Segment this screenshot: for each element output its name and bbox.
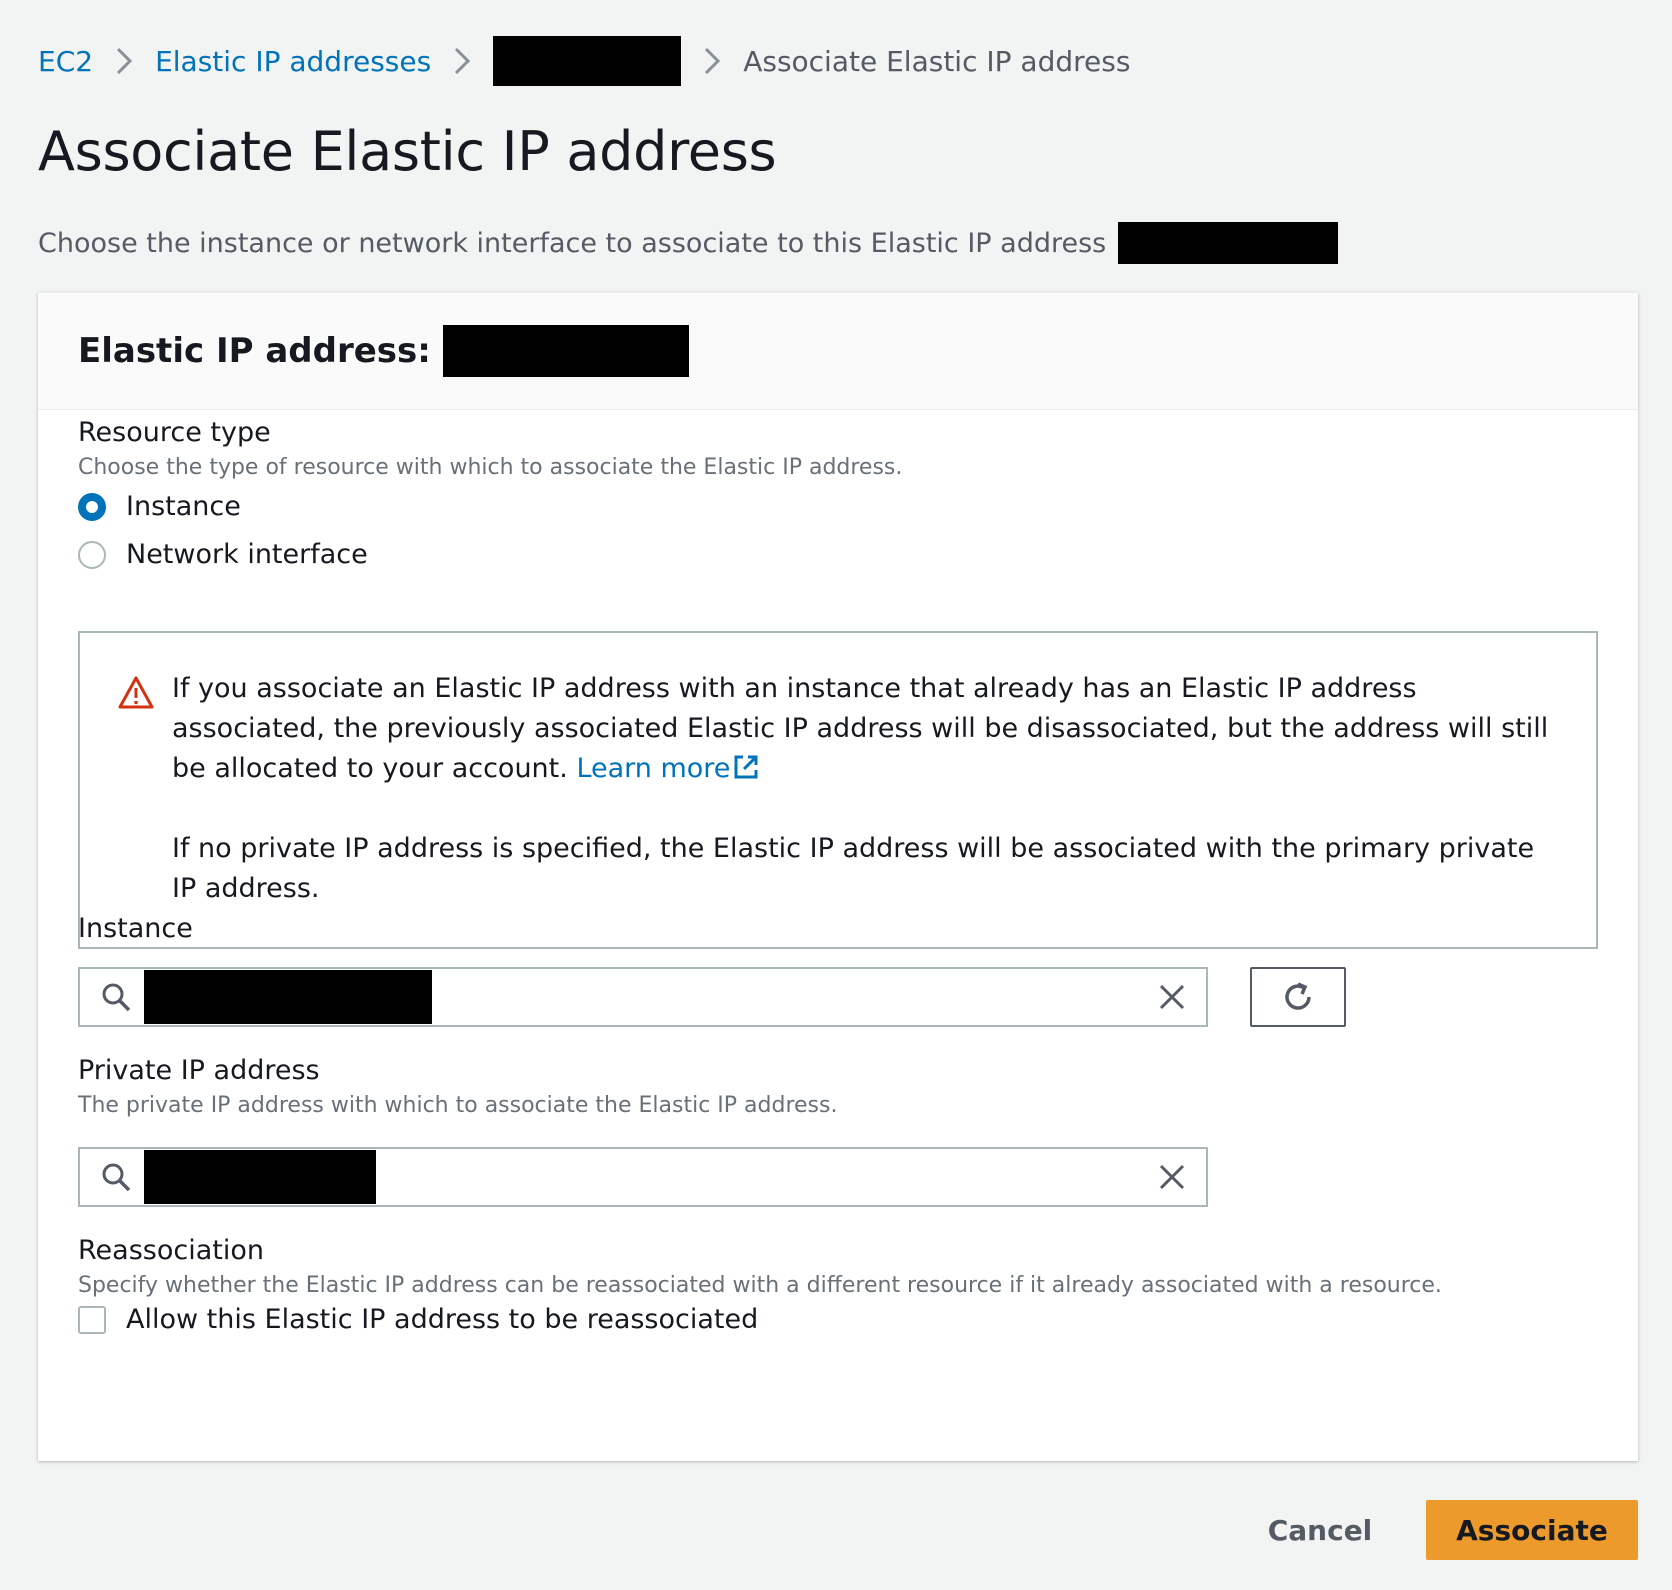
search-icon <box>102 1163 131 1192</box>
search-icon <box>102 983 131 1012</box>
warning-alert: If you associate an Elastic IP address w… <box>78 631 1598 949</box>
private-ip-label: Private IP address <box>78 1055 320 1086</box>
alert-paragraph-1: If you associate an Elastic IP address w… <box>172 669 1552 789</box>
associate-panel: Elastic IP address: Resource type Choose… <box>38 292 1638 1461</box>
alert-text: If you associate an Elastic IP address w… <box>172 669 1552 909</box>
warning-icon <box>118 676 154 709</box>
page-description-text: Choose the instance or network interface… <box>38 227 1107 259</box>
radio-button-network-interface[interactable] <box>78 540 106 569</box>
panel-header: Elastic IP address: <box>38 293 1638 410</box>
private-ip-search-input[interactable] <box>78 1147 1208 1207</box>
breadcrumb: EC2 Elastic IP addresses Associate Elast… <box>38 30 1130 92</box>
resource-type-description: Choose the type of resource with which t… <box>78 455 903 480</box>
learn-more-link[interactable]: Learn more <box>576 753 760 784</box>
radio-label-instance: Instance <box>126 491 241 522</box>
page-title: Associate Elastic IP address <box>38 120 777 183</box>
redacted-elastic-ip <box>1118 222 1339 264</box>
chevron-right-icon <box>431 41 493 81</box>
instance-label: Instance <box>78 913 193 944</box>
radio-option-instance[interactable]: Instance <box>78 491 241 522</box>
associate-button[interactable]: Associate <box>1426 1500 1638 1560</box>
external-link-icon <box>734 755 758 779</box>
alert-paragraph-2: If no private IP address is specified, t… <box>172 833 1535 904</box>
reassociation-label: Reassociation <box>78 1235 264 1266</box>
breadcrumb-link-ec2[interactable]: EC2 <box>38 45 93 78</box>
radio-option-network-interface[interactable]: Network interface <box>78 539 368 570</box>
redacted-private-ip-value <box>144 1150 376 1204</box>
clear-icon[interactable] <box>1156 1161 1188 1193</box>
private-ip-description: The private IP address with which to ass… <box>78 1093 838 1118</box>
cancel-button[interactable]: Cancel <box>1246 1500 1394 1560</box>
reassociation-checkbox-row[interactable]: Allow this Elastic IP address to be reas… <box>78 1304 758 1335</box>
breadcrumb-link-elastic-ip-addresses[interactable]: Elastic IP addresses <box>155 45 431 78</box>
breadcrumb-current: Associate Elastic IP address <box>743 44 1131 78</box>
breadcrumb-link-redacted[interactable] <box>493 36 682 86</box>
redacted-instance-value <box>144 970 432 1024</box>
clear-icon[interactable] <box>1156 981 1188 1013</box>
reassociation-description: Specify whether the Elastic IP address c… <box>78 1273 1442 1298</box>
panel-title: Elastic IP address: <box>78 331 431 371</box>
radio-button-instance[interactable] <box>78 492 106 521</box>
reassociation-checkbox-label: Allow this Elastic IP address to be reas… <box>126 1304 759 1335</box>
refresh-icon <box>1285 982 1311 1010</box>
learn-more-label: Learn more <box>576 753 731 784</box>
alert-paragraph-1-text: If you associate an Elastic IP address w… <box>172 673 1549 784</box>
resource-type-label: Resource type <box>78 417 271 448</box>
radio-label-network-interface: Network interface <box>126 539 368 570</box>
chevron-right-icon <box>93 41 155 81</box>
redacted-elastic-ip-value <box>442 325 689 377</box>
reassociation-checkbox[interactable] <box>78 1305 106 1334</box>
page-description: Choose the instance or network interface… <box>38 222 1339 264</box>
refresh-button[interactable] <box>1250 967 1346 1027</box>
chevron-right-icon <box>681 41 743 81</box>
instance-search-input[interactable] <box>78 967 1208 1027</box>
